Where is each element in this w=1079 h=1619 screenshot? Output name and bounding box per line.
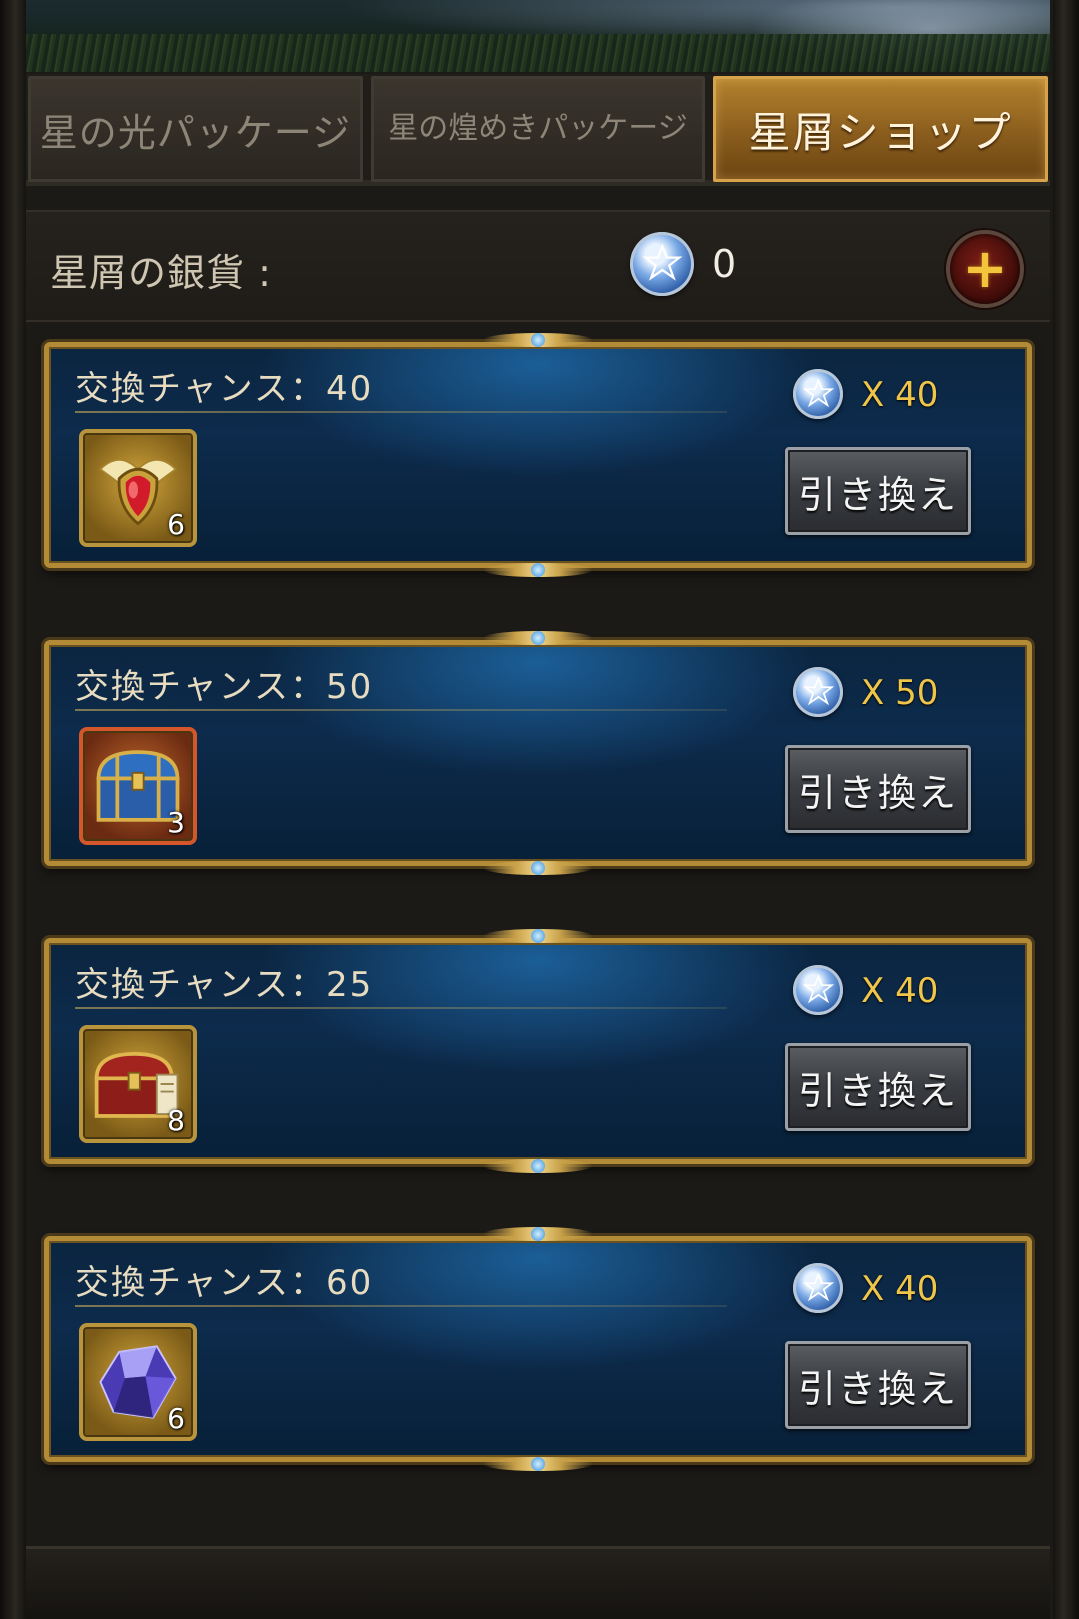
price-label: X 40 xyxy=(861,971,939,1011)
item-quantity: 8 xyxy=(167,1104,185,1137)
tab-label: 星の煌めきパッケージ xyxy=(388,111,688,146)
star-coin-icon xyxy=(793,1263,843,1313)
redeem-button[interactable]: 引き換え xyxy=(785,447,971,535)
item-slot[interactable]: 8 xyxy=(79,1025,197,1143)
tab-star-light-package[interactable]: 星の光パッケージ xyxy=(28,76,363,182)
currency-label: 星屑の銀貨 : xyxy=(50,251,272,295)
item-slot[interactable]: 6 xyxy=(79,429,197,547)
shop-tabs: 星の光パッケージ 星の煌めきパッケージ 星屑ショップ xyxy=(26,74,1050,186)
exchange-offer-card: 交換チャンス：50 X 50 3 引き換え xyxy=(44,631,1032,875)
item-slot[interactable]: 6 xyxy=(79,1323,197,1441)
price-label: X 40 xyxy=(861,1269,939,1309)
star-coin-icon xyxy=(793,369,843,419)
item-slot[interactable]: 3 xyxy=(79,727,197,845)
redeem-button[interactable]: 引き換え xyxy=(785,745,971,833)
exchange-offer-card: 交換チャンス：40 X 40 6 引き換え xyxy=(44,333,1032,577)
price-label: X 50 xyxy=(861,673,939,713)
left-frame xyxy=(0,0,26,1619)
exchange-offer-card: 交換チャンス：60 X 40 6 引き換え xyxy=(44,1227,1032,1471)
top-banner-image xyxy=(26,0,1050,72)
exchange-chance-label: 交換チャンス：25 xyxy=(75,965,374,1005)
exchange-chance-label: 交換チャンス：40 xyxy=(75,369,374,409)
tab-star-sparkle-package[interactable]: 星の煌めきパッケージ xyxy=(370,76,706,182)
star-coin-icon xyxy=(793,965,843,1015)
plus-icon: + xyxy=(962,237,1008,300)
redeem-button[interactable]: 引き換え xyxy=(785,1341,971,1429)
tab-stardust-shop[interactable]: 星屑ショップ xyxy=(713,76,1049,182)
price-label: X 40 xyxy=(861,375,939,415)
item-quantity: 6 xyxy=(167,1402,185,1435)
currency-row: 星屑の銀貨 : 0 + xyxy=(26,210,1050,322)
add-currency-button[interactable]: + xyxy=(946,230,1024,308)
tab-label: 星屑ショップ xyxy=(748,107,1013,157)
exchange-chance-label: 交換チャンス：60 xyxy=(75,1263,374,1303)
item-quantity: 6 xyxy=(167,508,185,541)
currency-amount: 0 xyxy=(712,242,737,286)
star-coin-icon xyxy=(630,232,694,296)
right-frame xyxy=(1053,0,1079,1619)
star-coin-icon xyxy=(793,667,843,717)
bottom-frame xyxy=(26,1546,1050,1619)
item-quantity: 3 xyxy=(167,806,185,839)
tab-label: 星の光パッケージ xyxy=(39,110,351,155)
exchange-chance-label: 交換チャンス：50 xyxy=(75,667,374,707)
exchange-offer-card: 交換チャンス：25 X 40 8 引き換え xyxy=(44,929,1032,1173)
redeem-button[interactable]: 引き換え xyxy=(785,1043,971,1131)
